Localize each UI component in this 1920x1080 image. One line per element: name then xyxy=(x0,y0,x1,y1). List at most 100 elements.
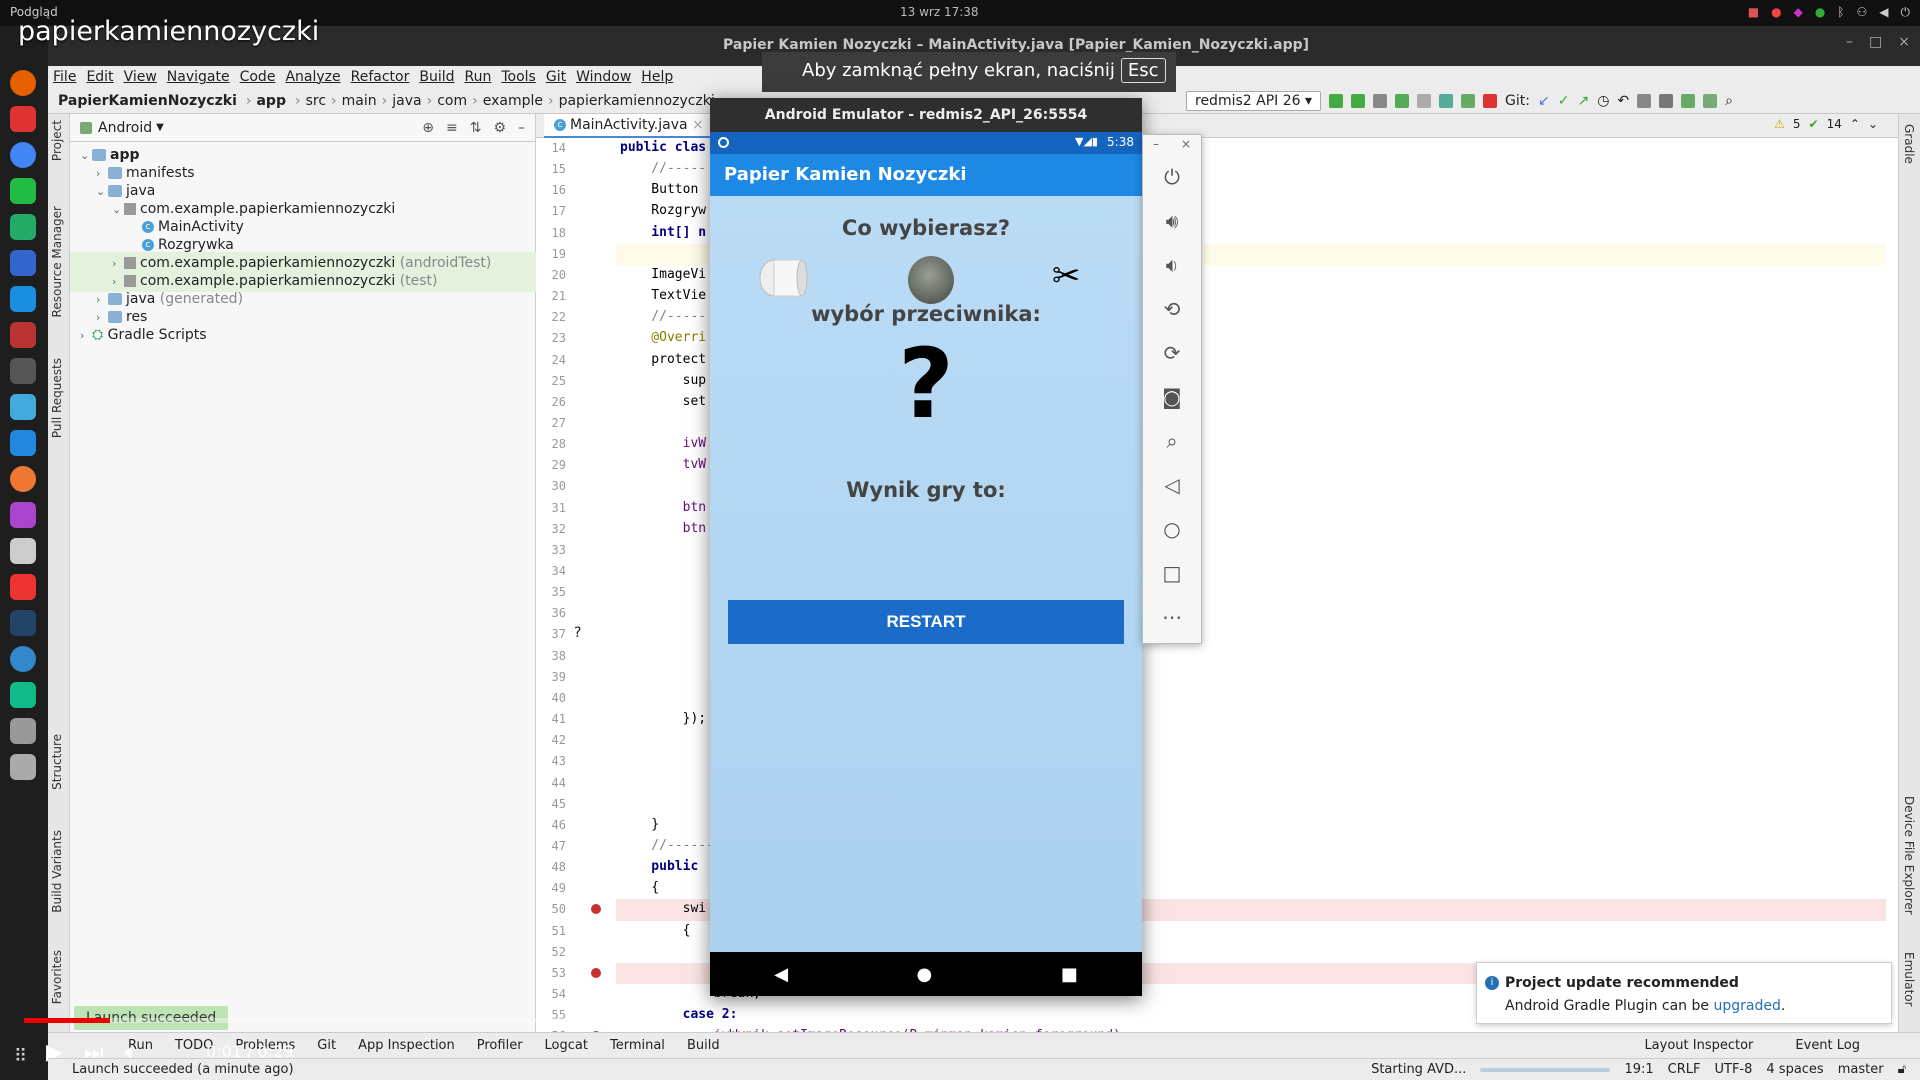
rock-icon[interactable] xyxy=(908,256,954,304)
code-line[interactable]: protect xyxy=(620,352,706,367)
code-line[interactable]: //----- xyxy=(620,161,706,176)
tab-resource-manager[interactable]: Resource Manager xyxy=(50,206,64,317)
app-icon-4[interactable] xyxy=(10,682,36,708)
monitor-icon[interactable] xyxy=(10,610,36,636)
code-line[interactable]: ImageVi xyxy=(620,267,706,282)
screenshot-icon[interactable] xyxy=(10,394,36,420)
code-line[interactable]: { xyxy=(620,923,691,938)
tray-chrome-icon[interactable]: ● xyxy=(1771,5,1781,20)
inspection-widget[interactable]: ⚠ 5 ✔ 14 ⌃ ⌄ xyxy=(1774,117,1878,131)
settings-gear-icon[interactable]: ⚙ xyxy=(493,120,506,136)
home-icon[interactable]: ○ xyxy=(1158,515,1186,543)
tool-app-inspection[interactable]: App Inspection xyxy=(358,1038,455,1053)
files-icon[interactable] xyxy=(10,718,36,744)
code-line[interactable]: int[] n xyxy=(620,225,706,240)
code-line[interactable]: TextVie xyxy=(620,288,706,303)
upgraded-link[interactable]: upgraded xyxy=(1713,998,1780,1014)
search-icon[interactable]: ⌕ xyxy=(1725,93,1733,109)
caret-position[interactable]: 19:1 xyxy=(1624,1062,1653,1077)
breakpoint-icon[interactable] xyxy=(591,904,601,915)
back-icon[interactable]: ◁ xyxy=(1158,471,1186,499)
phone-screen[interactable]: ▼◢▮ 5:38 Papier Kamien Nozyczki Co wybie… xyxy=(710,132,1142,996)
breadcrumb-example[interactable]: example xyxy=(483,93,543,109)
intellij-icon[interactable] xyxy=(10,322,36,348)
profile-icon[interactable] xyxy=(1373,94,1388,108)
tab-build-variants[interactable]: Build Variants xyxy=(50,830,64,913)
git-update-icon[interactable]: ↙ xyxy=(1538,93,1550,109)
home-icon[interactable]: ● xyxy=(917,964,933,985)
breadcrumb-main[interactable]: main xyxy=(342,93,377,109)
tree-item-gradle-scripts[interactable]: › ⛭ Gradle Scripts xyxy=(80,324,207,346)
menu-tools[interactable]: Tools xyxy=(496,69,541,85)
menu-code[interactable]: Code xyxy=(235,69,281,85)
apply-changes-icon[interactable] xyxy=(1329,94,1344,108)
chevron-right-icon[interactable]: › xyxy=(80,325,92,347)
tool-profiler[interactable]: Profiler xyxy=(477,1038,523,1053)
git-commit-icon[interactable]: ✓ xyxy=(1558,93,1570,109)
close-tab-icon[interactable]: × xyxy=(692,117,704,133)
close-icon[interactable]: × xyxy=(1181,137,1191,151)
git-history-icon[interactable]: ◷ xyxy=(1597,93,1609,109)
database-icon[interactable] xyxy=(10,538,36,564)
tool-build[interactable]: Build xyxy=(687,1038,720,1053)
network-icon[interactable]: ⚇ xyxy=(1857,5,1868,20)
scissors-icon[interactable]: ✂ xyxy=(1052,256,1081,296)
code-line[interactable]: { xyxy=(620,880,659,895)
breakpoint-icon[interactable] xyxy=(591,967,601,978)
camera-icon[interactable]: ◙ xyxy=(1158,383,1186,411)
hide-panel-icon[interactable]: – xyxy=(518,120,525,136)
layout-inspector-icon[interactable] xyxy=(1659,94,1674,108)
tool-logcat[interactable]: Logcat xyxy=(545,1038,588,1053)
lock-icon[interactable]: 🔓︎ xyxy=(1898,1062,1906,1077)
tray-check-icon[interactable]: ● xyxy=(1815,5,1825,20)
code-line[interactable]: public xyxy=(620,859,706,874)
breadcrumb-package[interactable]: papierkamiennozyczki xyxy=(559,93,715,109)
paper-icon[interactable] xyxy=(752,256,808,300)
chevron-down-icon[interactable]: ⌄ xyxy=(1868,117,1878,131)
code-line[interactable]: Rozgryw xyxy=(620,203,706,218)
code-line[interactable]: } xyxy=(620,817,659,832)
menu-window[interactable]: Window xyxy=(571,69,636,85)
code-line[interactable]: Button xyxy=(620,182,706,197)
rotate-left-icon[interactable]: ⟲ xyxy=(1158,295,1186,323)
file-encoding[interactable]: UTF-8 xyxy=(1714,1062,1752,1077)
tab-structure[interactable]: Structure xyxy=(50,734,64,790)
maximize-icon[interactable]: □ xyxy=(1869,34,1882,50)
zoom-icon[interactable]: ⌕ xyxy=(1158,427,1186,455)
tool-terminal[interactable]: Terminal xyxy=(610,1038,665,1053)
app-icon-2[interactable] xyxy=(10,502,36,528)
power-icon[interactable]: ⏻ xyxy=(1158,163,1186,191)
minimize-icon[interactable]: – xyxy=(1153,137,1159,151)
debug-icon[interactable] xyxy=(1395,94,1410,108)
code-line[interactable]: //----- xyxy=(620,309,706,324)
restart-button[interactable]: RESTART xyxy=(728,600,1124,644)
datagrip-icon[interactable] xyxy=(10,106,36,132)
android-icon[interactable] xyxy=(1461,94,1476,108)
app-icon-3[interactable] xyxy=(10,646,36,672)
recents-icon[interactable]: ■ xyxy=(1061,964,1078,985)
breadcrumb-project[interactable]: PapierKamienNozyczki xyxy=(58,93,237,109)
overview-icon[interactable]: □ xyxy=(1158,559,1186,587)
menu-analyze[interactable]: Analyze xyxy=(280,69,345,85)
code-line[interactable]: tvW xyxy=(620,457,706,472)
collapse-all-icon[interactable]: ⇅ xyxy=(470,120,482,136)
menu-git[interactable]: Git xyxy=(541,69,571,85)
attach-debugger-icon[interactable] xyxy=(1417,94,1432,108)
status-message[interactable]: Launch succeeded (a minute ago) xyxy=(72,1062,294,1077)
chevron-down-icon[interactable]: ▼ xyxy=(156,122,164,133)
tab-pull-requests[interactable]: Pull Requests xyxy=(50,358,64,438)
volume-down-icon[interactable]: 🔉︎ xyxy=(1158,251,1186,279)
teamviewer-icon[interactable] xyxy=(10,286,36,312)
code-line[interactable]: btn xyxy=(620,500,706,515)
chrome-icon[interactable] xyxy=(10,142,36,168)
tray-camera-icon[interactable]: ■ xyxy=(1748,5,1759,20)
bluetooth-icon[interactable]: ᛒ xyxy=(1837,5,1844,20)
breadcrumb-java[interactable]: java xyxy=(392,93,421,109)
code-line[interactable]: swi xyxy=(620,901,706,916)
menu-build[interactable]: Build xyxy=(414,69,459,85)
stop-icon[interactable] xyxy=(1483,94,1498,108)
tab-project[interactable]: Project xyxy=(50,120,64,161)
back-icon[interactable]: ◀ xyxy=(774,964,788,985)
breadcrumb-app[interactable]: app xyxy=(256,93,286,109)
chevron-down-icon[interactable]: ⌄ xyxy=(96,181,108,203)
